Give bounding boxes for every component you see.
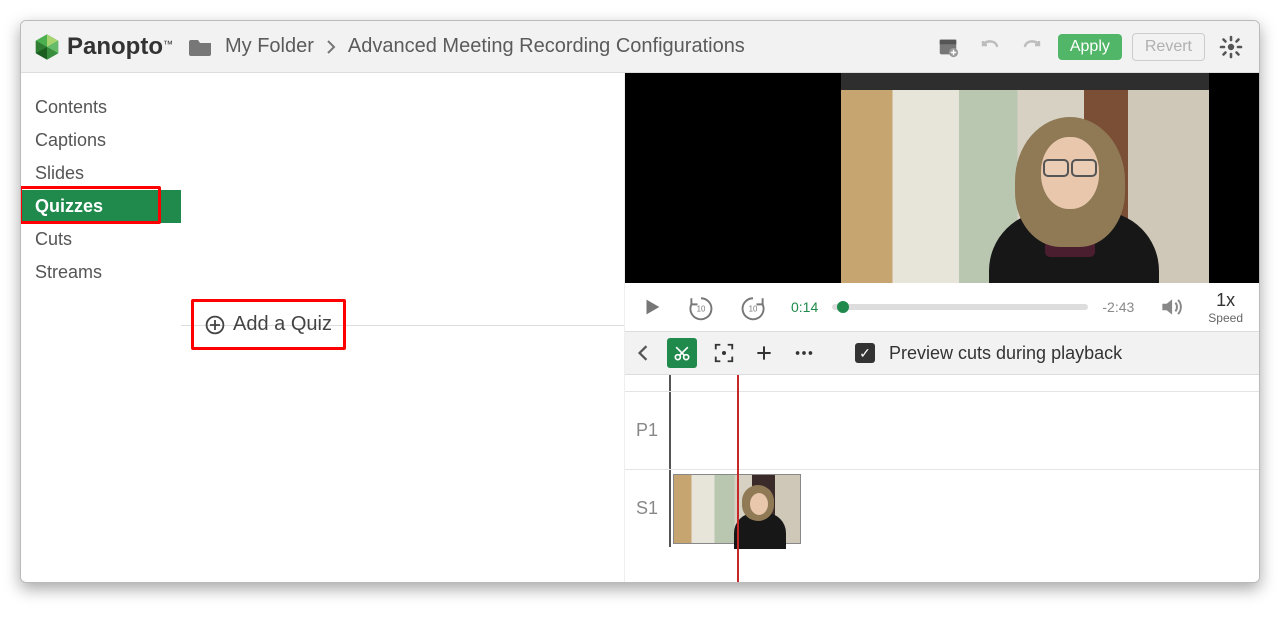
timeline-clip-thumbnail[interactable] bbox=[673, 474, 801, 544]
progress-bar: 0:14 -2:43 bbox=[791, 299, 1134, 315]
brand-name: Panopto™ bbox=[67, 33, 173, 61]
forward-10-icon[interactable]: 10 bbox=[739, 293, 767, 321]
focus-select-icon[interactable] bbox=[711, 340, 737, 366]
panopto-logo-icon bbox=[33, 33, 61, 61]
sidebar-item-slides[interactable]: Slides bbox=[21, 157, 181, 190]
rewind-10-icon[interactable]: 10 bbox=[687, 293, 715, 321]
timeline-ruler bbox=[625, 375, 1259, 391]
play-icon[interactable] bbox=[641, 296, 663, 318]
sidebar-item-captions[interactable]: Captions bbox=[21, 124, 181, 157]
breadcrumb-folder[interactable]: My Folder bbox=[225, 35, 314, 58]
cut-tool-icon[interactable] bbox=[667, 338, 697, 368]
current-time: 0:14 bbox=[791, 299, 818, 315]
timeline: P1 S1 bbox=[625, 375, 1259, 582]
svg-text:10: 10 bbox=[697, 304, 706, 313]
video-subject bbox=[997, 103, 1147, 283]
chevron-right-icon bbox=[326, 40, 336, 54]
breadcrumb: My Folder Advanced Meeting Recording Con… bbox=[189, 35, 932, 58]
add-stream-icon[interactable] bbox=[751, 340, 777, 366]
apply-button[interactable]: Apply bbox=[1058, 34, 1122, 60]
sidebar-item-contents[interactable]: Contents bbox=[21, 91, 181, 124]
player-controls: 10 10 0:14 -2:43 1x Speed bbox=[625, 283, 1259, 331]
timeline-track-p1[interactable] bbox=[671, 392, 1259, 469]
top-actions: Apply Revert bbox=[932, 31, 1247, 63]
brand-name-text: Panopto bbox=[67, 33, 163, 60]
editor-window: Panopto™ My Folder Advanced Meeting Reco… bbox=[20, 20, 1260, 583]
timeline-row-s1: S1 bbox=[625, 469, 1259, 547]
chevron-left-icon[interactable] bbox=[633, 345, 653, 361]
more-options-icon[interactable] bbox=[791, 340, 817, 366]
preview-cuts-label: Preview cuts during playback bbox=[889, 343, 1122, 364]
add-quiz-button[interactable]: Add a Quiz bbox=[199, 307, 338, 342]
redo-icon[interactable] bbox=[1016, 31, 1048, 63]
timeline-track-s1[interactable] bbox=[671, 470, 1259, 547]
video-frame bbox=[841, 73, 1209, 283]
calendar-add-icon[interactable] bbox=[932, 31, 964, 63]
sidebar-item-cuts[interactable]: Cuts bbox=[21, 223, 181, 256]
folder-icon[interactable] bbox=[189, 37, 213, 57]
breadcrumb-title[interactable]: Advanced Meeting Recording Configuration… bbox=[348, 35, 745, 58]
left-column: Contents Captions Slides Quizzes Cuts St… bbox=[21, 73, 625, 582]
brand-tm: ™ bbox=[163, 39, 173, 50]
gear-icon[interactable] bbox=[1215, 31, 1247, 63]
playback-speed[interactable]: 1x Speed bbox=[1208, 290, 1243, 325]
remaining-time: -2:43 bbox=[1102, 299, 1134, 315]
svg-text:10: 10 bbox=[749, 304, 758, 313]
speed-value: 1x bbox=[1208, 290, 1243, 311]
sidebar: Contents Captions Slides Quizzes Cuts St… bbox=[21, 73, 181, 289]
add-quiz-label: Add a Quiz bbox=[233, 313, 332, 336]
preview-cuts-checkbox[interactable]: ✓ bbox=[855, 343, 875, 363]
top-bar: Panopto™ My Folder Advanced Meeting Reco… bbox=[21, 21, 1259, 73]
speed-label: Speed bbox=[1208, 311, 1243, 325]
editor-body: Contents Captions Slides Quizzes Cuts St… bbox=[21, 73, 1259, 582]
revert-button[interactable]: Revert bbox=[1132, 33, 1205, 61]
volume-icon[interactable] bbox=[1158, 294, 1184, 320]
timeline-toolbar: ✓ Preview cuts during playback bbox=[625, 331, 1259, 375]
brand-logo: Panopto™ bbox=[33, 33, 173, 61]
right-column: 10 10 0:14 -2:43 1x Speed bbox=[625, 73, 1259, 582]
tab-content-area: Add a Quiz bbox=[181, 289, 624, 342]
seek-thumb[interactable] bbox=[837, 301, 849, 313]
sidebar-item-streams[interactable]: Streams bbox=[21, 256, 181, 289]
video-preview[interactable] bbox=[625, 73, 1259, 283]
timeline-row-p1: P1 bbox=[625, 391, 1259, 469]
plus-circle-icon bbox=[205, 315, 225, 335]
timeline-row-label: S1 bbox=[625, 470, 671, 547]
undo-icon[interactable] bbox=[974, 31, 1006, 63]
timeline-row-label: P1 bbox=[625, 392, 671, 469]
seek-track[interactable] bbox=[832, 304, 1088, 310]
sidebar-item-quizzes[interactable]: Quizzes bbox=[21, 190, 181, 223]
